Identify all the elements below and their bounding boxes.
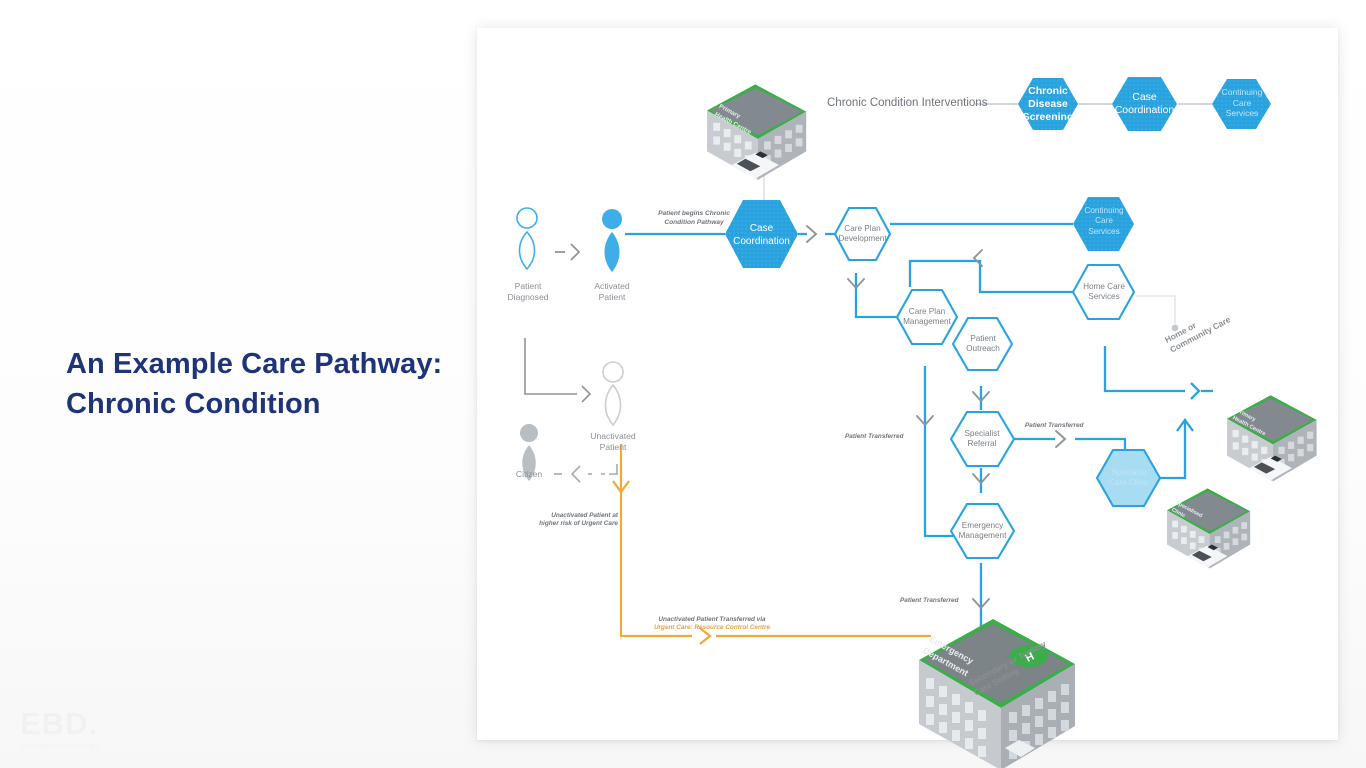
- edge-label-patient-transferred-1: Patient Transferred: [845, 433, 904, 440]
- legend-hex-continuing-care-services: [1212, 79, 1271, 129]
- arrow-to-citizen: [554, 464, 618, 483]
- orange-urgent-care-path: [612, 444, 931, 645]
- branch-to-unactivated: [524, 338, 592, 403]
- arrow-diagnosed-to-activated: [555, 243, 581, 261]
- persona-patient-diagnosed-graphic: [516, 207, 538, 271]
- chevron-referral-right: [1055, 430, 1067, 448]
- ebd-logo: EBD. EconomicsByDesign: [20, 708, 98, 750]
- edge-label-patient-begins-pathway: Patient begins Chronic Condition Pathway: [658, 210, 730, 226]
- legend-hex-case-coordination: [1112, 77, 1177, 131]
- persona-activated-patient-graphic: [602, 209, 622, 272]
- persona-unactivated-patient-graphic: [602, 361, 624, 427]
- flow-chevrons: [806, 225, 1067, 610]
- node-home-care-services: [1071, 263, 1136, 321]
- persona-label-activated-patient: Activated Patient: [594, 281, 630, 303]
- legend-hex-chronic-disease-screening: [1018, 78, 1078, 130]
- legend-hexagons: [1018, 77, 1271, 131]
- edge-label-urgent-care-rcc: Urgent Care: Resource Control Centre: [653, 624, 771, 632]
- page-title-line-1: An Example Care Pathway:: [66, 348, 443, 380]
- node-care-plan-management: [895, 288, 959, 346]
- node-specialist-referral: [949, 410, 1016, 468]
- node-patient-outreach: [951, 316, 1014, 372]
- node-emergency-management: [949, 502, 1016, 560]
- page-title-line-2: Chronic Condition: [66, 387, 321, 420]
- diagram-card: H Chronic Condition Interventions Chroni…: [477, 28, 1338, 768]
- node-continuing-care-services: [1073, 197, 1134, 251]
- edge-label-patient-transferred-3: Patient Transferred: [900, 597, 959, 604]
- ebd-logo-text: EBD.: [20, 706, 99, 741]
- legend-label: Chronic Condition Interventions: [827, 97, 988, 109]
- diagram-card-inner: H Chronic Condition Interventions Chroni…: [485, 36, 1330, 768]
- home-community-care-pointer: [1136, 295, 1179, 332]
- care-pathway-diagram: H Chronic Condition Interventions Chroni…: [485, 36, 1346, 768]
- node-specialist-care-clinic: [1095, 448, 1162, 508]
- chevron-return-left: [972, 249, 983, 267]
- page-title: An Example Care Pathway: Chronic Conditi…: [66, 345, 466, 424]
- edge-label-unactivated-higher-risk: Unactivated Patient at higher risk of Ur…: [539, 512, 618, 528]
- persona-label-citizen: Citizen: [515, 469, 543, 479]
- node-care-plan-development: [833, 206, 892, 262]
- chevron-case-to-careplan: [806, 225, 818, 243]
- flow-graphics: H: [516, 77, 1317, 768]
- ebd-logo-subtext: EconomicsByDesign: [20, 741, 99, 750]
- edge-label-unactivated-transferred: Unactivated Patient Transferred via Urge…: [627, 616, 797, 633]
- edge-label-patient-transferred-2: Patient Transferred: [1025, 422, 1084, 429]
- persona-label-patient-diagnosed: Patient Diagnosed: [507, 281, 549, 303]
- persona-label-unactivated-patient: Unactivated Patient: [590, 431, 636, 453]
